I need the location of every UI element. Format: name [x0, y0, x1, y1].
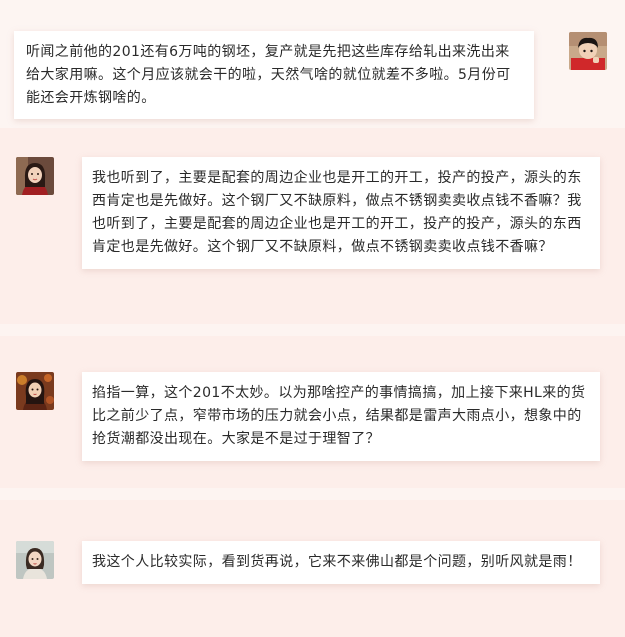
- girl-avatar-autumn-icon[interactable]: [16, 372, 54, 410]
- chat-bubble-1: 听闻之前他的201还有6万吨的钢坯，复产就是先把这些库存给轧出来洗出来给大家用嘛…: [14, 31, 534, 119]
- message-text-1: 听闻之前他的201还有6万吨的钢坯，复产就是先把这些库存给轧出来洗出来给大家用嘛…: [26, 44, 511, 106]
- chat-bubble-3: 掐指一算，这个201不太妙。以为那啥控产的事情搞搞，加上接下来HL来的货比之前少…: [82, 372, 600, 461]
- girl-avatar-short-hair-icon[interactable]: [16, 541, 54, 579]
- message-text-3: 掐指一算，这个201不太妙。以为那啥控产的事情搞搞，加上接下来HL来的货比之前少…: [92, 385, 586, 447]
- boy-avatar-red-shirt-icon[interactable]: [569, 32, 607, 70]
- chat-bubble-4: 我这个人比较实际，看到货再说，它来不来佛山都是个问题，别听风就是雨！: [82, 541, 600, 584]
- message-text-2: 我也听到了，主要是配套的周边企业也是开工的开工，投产的投产，源头的东西肯定也是先…: [92, 170, 582, 255]
- chat-bubble-2: 我也听到了，主要是配套的周边企业也是开工的开工，投产的投产，源头的东西肯定也是先…: [82, 157, 600, 269]
- message-text-4: 我这个人比较实际，看到货再说，它来不来佛山都是个问题，别听风就是雨！: [92, 554, 582, 570]
- woman-avatar-red-top-icon[interactable]: [16, 157, 54, 195]
